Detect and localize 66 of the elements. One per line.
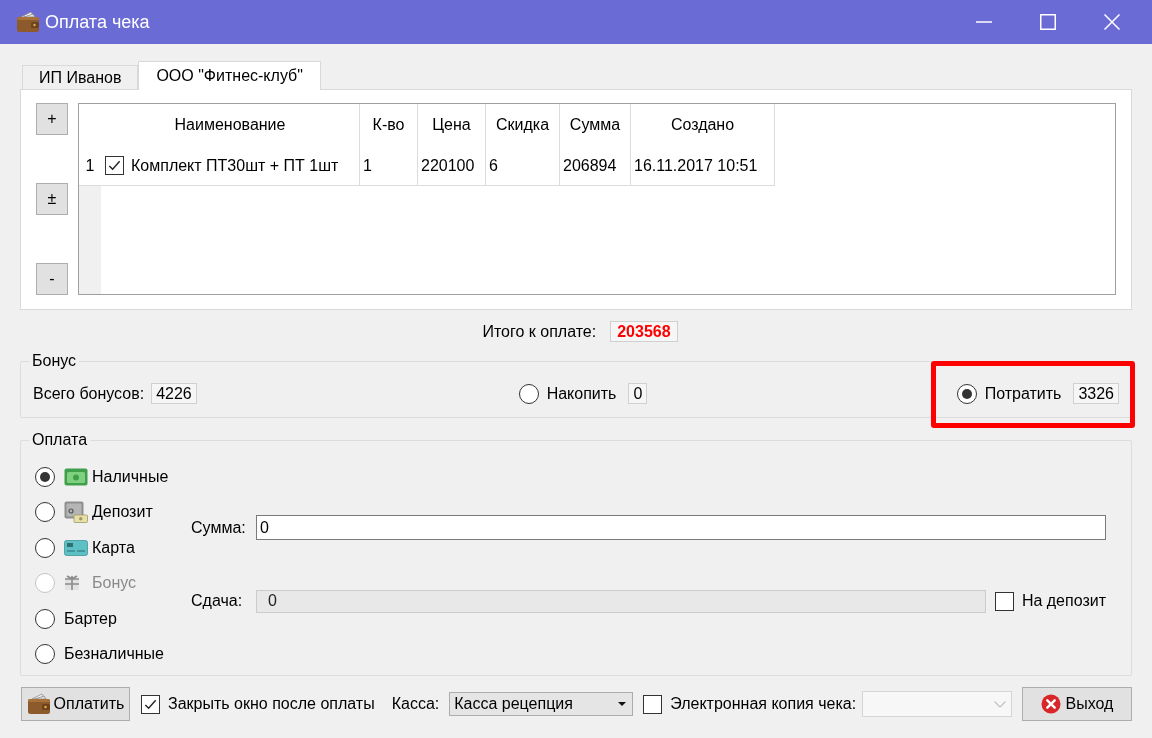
payment-method-label[interactable]: Наличные bbox=[92, 464, 169, 489]
column-header[interactable]: Скидка bbox=[486, 104, 560, 146]
column-header[interactable]: К-во bbox=[360, 104, 418, 146]
minimize-icon bbox=[976, 21, 992, 23]
column-header[interactable]: Создано bbox=[631, 104, 775, 146]
total-label: Итого к оплате: bbox=[482, 321, 597, 342]
bonus-amount-field: 3326 bbox=[1073, 383, 1119, 404]
close-circle-icon bbox=[1040, 694, 1061, 714]
wallet-icon bbox=[16, 11, 40, 33]
receipt-copy-checkbox[interactable] bbox=[643, 694, 663, 714]
total-amount-field: 203568 bbox=[610, 321, 678, 342]
payment-method-label[interactable]: Депозит bbox=[92, 500, 153, 525]
tab[interactable]: ООО "Фитнес-клуб" bbox=[138, 61, 321, 90]
row-action-button[interactable]: + bbox=[36, 103, 68, 135]
chevron-down-icon bbox=[994, 700, 1006, 708]
table-cell: 16.11.2017 10:51 bbox=[631, 146, 775, 186]
deposit-checkbox[interactable] bbox=[994, 591, 1014, 611]
table-cell: 1 bbox=[360, 146, 418, 186]
radio-button[interactable] bbox=[35, 466, 55, 487]
close-after-checkbox[interactable] bbox=[141, 694, 160, 714]
bonus-balance-label: Всего бонусов: bbox=[33, 383, 145, 404]
radio-button[interactable] bbox=[518, 383, 539, 404]
register-label: Касса: bbox=[391, 694, 440, 714]
radio-button[interactable] bbox=[35, 608, 55, 629]
close-icon bbox=[1104, 14, 1120, 30]
column-header[interactable]: Наименование bbox=[101, 104, 360, 146]
table-cell-text: Комплект ПТ30шт + ПТ 1шт bbox=[131, 155, 339, 176]
banknote-icon bbox=[64, 467, 88, 486]
credit-card-icon bbox=[64, 539, 88, 556]
maximize-icon bbox=[1040, 14, 1056, 30]
amount-label: Сумма: bbox=[191, 517, 247, 538]
bonus-option-label[interactable]: Потратить bbox=[984, 381, 1062, 406]
radio-button[interactable] bbox=[35, 502, 55, 523]
tab[interactable]: ИП Иванов bbox=[22, 65, 139, 89]
radio-button[interactable] bbox=[35, 537, 55, 558]
table-cell: 206894 bbox=[560, 146, 631, 186]
dropdown-caret-icon bbox=[618, 702, 627, 706]
exit-button[interactable]: Выход bbox=[1022, 687, 1132, 721]
safe-icon bbox=[64, 501, 88, 524]
table-cell: 220100 bbox=[418, 146, 486, 186]
bonus-option-label[interactable]: Накопить bbox=[546, 381, 617, 406]
payment-method-label[interactable]: Карта bbox=[92, 535, 135, 560]
radio-button[interactable] bbox=[35, 644, 55, 665]
column-header[interactable]: Сумма bbox=[560, 104, 631, 146]
group-title: Оплата bbox=[31, 431, 89, 449]
table-cell: 6 bbox=[486, 146, 560, 186]
register-select[interactable]: Касса рецепция bbox=[449, 692, 634, 716]
payment-method-label[interactable]: Бартер bbox=[64, 606, 117, 631]
window-title: Оплата чека bbox=[45, 10, 150, 34]
row-checkbox[interactable] bbox=[105, 156, 124, 175]
bonus-amount-field: 0 bbox=[628, 383, 648, 404]
payment-method-label[interactable]: Безналичные bbox=[64, 642, 164, 667]
deposit-checkbox-label[interactable]: На депозит bbox=[1021, 589, 1106, 613]
radio-button[interactable] bbox=[956, 383, 977, 404]
close-after-label[interactable]: Закрыть окно после оплаты bbox=[168, 692, 375, 716]
group-title: Бонус bbox=[31, 352, 78, 370]
row-action-button[interactable]: - bbox=[36, 263, 68, 295]
receipt-copy-label[interactable]: Электронная копия чека: bbox=[670, 692, 857, 716]
wallet-icon bbox=[26, 693, 51, 715]
change-label: Сдача: bbox=[191, 591, 244, 611]
amount-input[interactable]: 0 bbox=[256, 515, 1106, 540]
row-action-button[interactable]: ± bbox=[36, 183, 68, 215]
gift-box-icon bbox=[64, 575, 80, 592]
column-header[interactable]: Цена bbox=[418, 104, 486, 146]
pay-button[interactable]: Оплатить bbox=[21, 687, 130, 721]
bonus-balance-field: 4226 bbox=[151, 383, 197, 404]
